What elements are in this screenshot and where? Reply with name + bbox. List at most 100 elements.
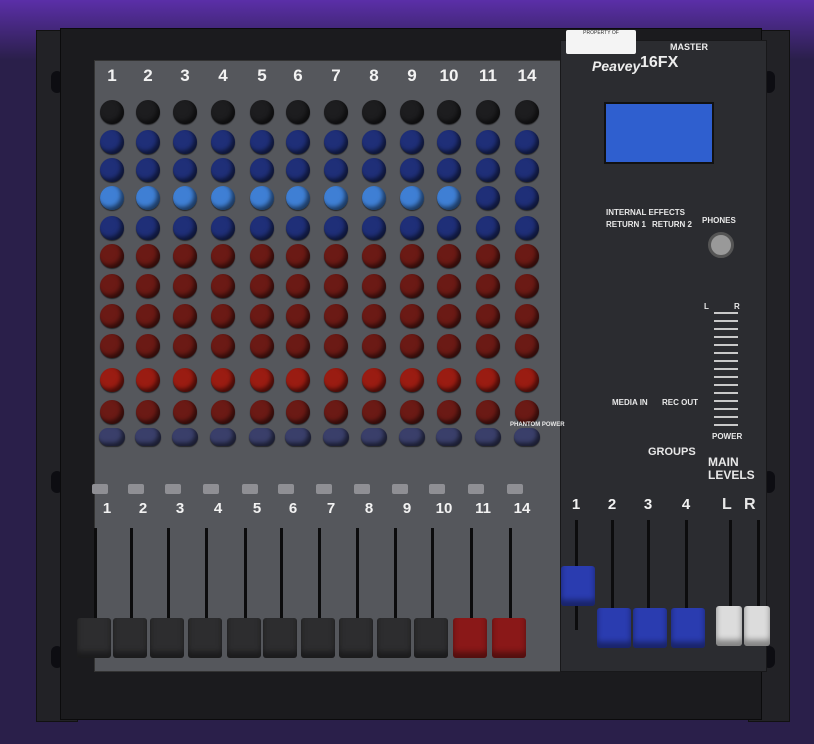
channel-knob[interactable] [515, 274, 539, 298]
channel-knob[interactable] [515, 400, 539, 424]
channel-knob[interactable] [173, 244, 197, 268]
channel-knob[interactable] [250, 130, 274, 154]
channel-knob[interactable] [173, 100, 197, 124]
channel-knob[interactable] [286, 216, 310, 240]
channel-knob[interactable] [286, 244, 310, 268]
channel-knob[interactable] [173, 158, 197, 182]
channel-knob[interactable] [476, 244, 500, 268]
channel-fader[interactable] [301, 618, 335, 658]
channel-knob[interactable] [136, 158, 160, 182]
channel-knob[interactable] [515, 304, 539, 328]
channel-knob[interactable] [437, 158, 461, 182]
channel-knob[interactable] [400, 368, 424, 392]
channel-knob[interactable] [437, 334, 461, 358]
mute-button[interactable] [429, 484, 445, 494]
pan-knob[interactable] [361, 428, 387, 446]
mute-button[interactable] [316, 484, 332, 494]
channel-knob[interactable] [437, 244, 461, 268]
channel-knob[interactable] [250, 244, 274, 268]
mute-button[interactable] [507, 484, 523, 494]
pan-knob[interactable] [399, 428, 425, 446]
channel-knob[interactable] [136, 130, 160, 154]
channel-knob[interactable] [250, 368, 274, 392]
channel-knob[interactable] [437, 216, 461, 240]
pan-knob[interactable] [249, 428, 275, 446]
channel-fader[interactable] [77, 618, 111, 658]
channel-knob[interactable] [476, 216, 500, 240]
channel-knob[interactable] [136, 274, 160, 298]
channel-knob[interactable] [250, 334, 274, 358]
channel-knob[interactable] [250, 400, 274, 424]
mute-button[interactable] [92, 484, 108, 494]
channel-fader[interactable] [339, 618, 373, 658]
channel-knob[interactable] [100, 334, 124, 358]
channel-knob[interactable] [476, 400, 500, 424]
channel-knob[interactable] [362, 100, 386, 124]
channel-knob[interactable] [136, 400, 160, 424]
mute-button[interactable] [354, 484, 370, 494]
pan-knob[interactable] [436, 428, 462, 446]
channel-knob[interactable] [211, 368, 235, 392]
channel-knob[interactable] [476, 274, 500, 298]
channel-knob[interactable] [362, 216, 386, 240]
mute-button[interactable] [128, 484, 144, 494]
channel-knob[interactable] [324, 216, 348, 240]
group-fader[interactable] [561, 566, 595, 606]
channel-knob[interactable] [515, 244, 539, 268]
channel-knob[interactable] [136, 304, 160, 328]
channel-knob[interactable] [173, 186, 197, 210]
channel-knob[interactable] [324, 244, 348, 268]
channel-knob[interactable] [250, 186, 274, 210]
pan-knob[interactable] [135, 428, 161, 446]
channel-knob[interactable] [286, 304, 310, 328]
channel-knob[interactable] [476, 100, 500, 124]
pan-knob[interactable] [285, 428, 311, 446]
channel-knob[interactable] [211, 158, 235, 182]
channel-knob[interactable] [250, 100, 274, 124]
channel-knob[interactable] [286, 186, 310, 210]
pan-knob[interactable] [475, 428, 501, 446]
pan-knob[interactable] [172, 428, 198, 446]
channel-knob[interactable] [476, 158, 500, 182]
mute-button[interactable] [468, 484, 484, 494]
channel-knob[interactable] [400, 216, 424, 240]
channel-fader[interactable] [453, 618, 487, 658]
channel-knob[interactable] [211, 186, 235, 210]
channel-knob[interactable] [324, 400, 348, 424]
channel-knob[interactable] [476, 130, 500, 154]
channel-knob[interactable] [250, 274, 274, 298]
main-fader[interactable] [716, 606, 742, 646]
channel-knob[interactable] [400, 304, 424, 328]
group-fader[interactable] [633, 608, 667, 648]
channel-knob[interactable] [136, 100, 160, 124]
channel-knob[interactable] [211, 216, 235, 240]
channel-knob[interactable] [515, 130, 539, 154]
channel-knob[interactable] [211, 100, 235, 124]
channel-knob[interactable] [211, 400, 235, 424]
channel-knob[interactable] [136, 244, 160, 268]
channel-knob[interactable] [100, 368, 124, 392]
channel-knob[interactable] [437, 368, 461, 392]
channel-knob[interactable] [173, 400, 197, 424]
channel-knob[interactable] [362, 244, 386, 268]
group-fader[interactable] [597, 608, 631, 648]
channel-knob[interactable] [100, 130, 124, 154]
channel-knob[interactable] [515, 100, 539, 124]
channel-knob[interactable] [100, 304, 124, 328]
channel-fader[interactable] [150, 618, 184, 658]
channel-knob[interactable] [286, 368, 310, 392]
channel-knob[interactable] [173, 130, 197, 154]
channel-knob[interactable] [437, 100, 461, 124]
group-fader[interactable] [671, 608, 705, 648]
channel-knob[interactable] [286, 100, 310, 124]
channel-knob[interactable] [100, 274, 124, 298]
channel-knob[interactable] [324, 130, 348, 154]
channel-knob[interactable] [173, 274, 197, 298]
channel-knob[interactable] [515, 216, 539, 240]
channel-knob[interactable] [362, 334, 386, 358]
channel-knob[interactable] [100, 158, 124, 182]
channel-knob[interactable] [173, 216, 197, 240]
channel-knob[interactable] [286, 158, 310, 182]
channel-knob[interactable] [400, 274, 424, 298]
channel-knob[interactable] [362, 130, 386, 154]
